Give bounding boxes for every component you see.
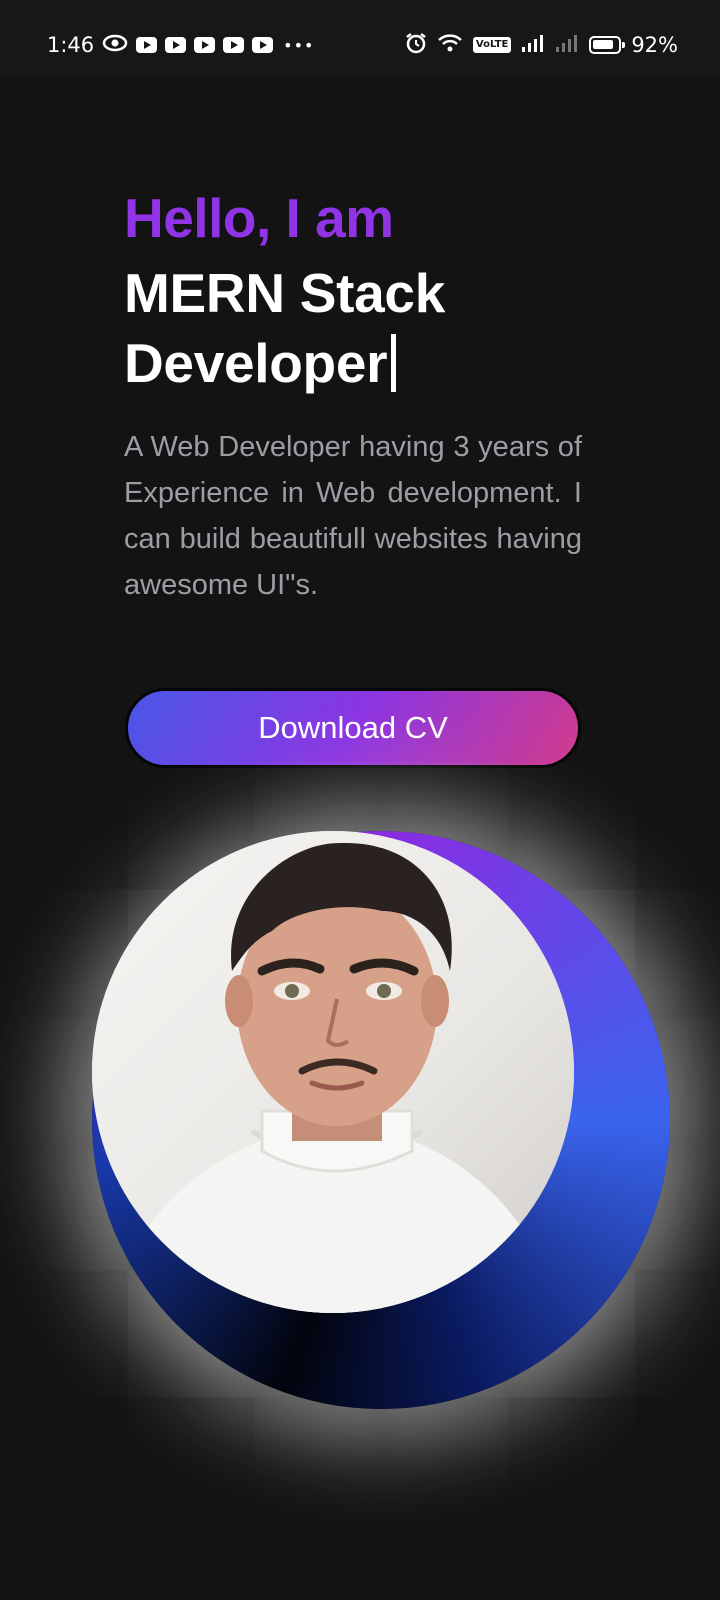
battery-icon <box>589 36 626 54</box>
signal-icon <box>521 33 545 58</box>
role-line1: MERN Stack <box>124 262 445 324</box>
bio-text: A Web Developer having 3 years of Experi… <box>124 431 582 601</box>
download-cv-button[interactable]: Download CV <box>125 688 581 768</box>
typing-caret <box>391 334 397 392</box>
youtube-icon <box>223 37 245 53</box>
volte-icon: VoLTE <box>472 37 512 53</box>
youtube-icon <box>136 37 158 53</box>
eye-icon <box>102 33 128 57</box>
more-dots-icon: ••• <box>283 35 315 55</box>
role-line2: Developer <box>124 332 388 394</box>
youtube-icon <box>194 37 216 53</box>
clock: 1:46 <box>47 33 95 57</box>
status-bar: 1:46 ••• VoLTE 92% <box>0 0 720 78</box>
avatar <box>92 831 574 1313</box>
status-bar-left: 1:46 ••• <box>47 28 314 62</box>
role-title: MERN Stack Developer <box>124 258 584 398</box>
avatar-illustration <box>92 831 574 1313</box>
battery-percent: 92% <box>631 33 678 57</box>
alarm-icon <box>405 32 427 59</box>
signal-icon <box>555 33 579 58</box>
youtube-icon <box>252 37 274 53</box>
status-bar-right: VoLTE 92% <box>405 28 678 62</box>
greeting: Hello, I am <box>124 187 394 249</box>
wifi-icon <box>437 33 463 58</box>
youtube-icon <box>165 37 187 53</box>
